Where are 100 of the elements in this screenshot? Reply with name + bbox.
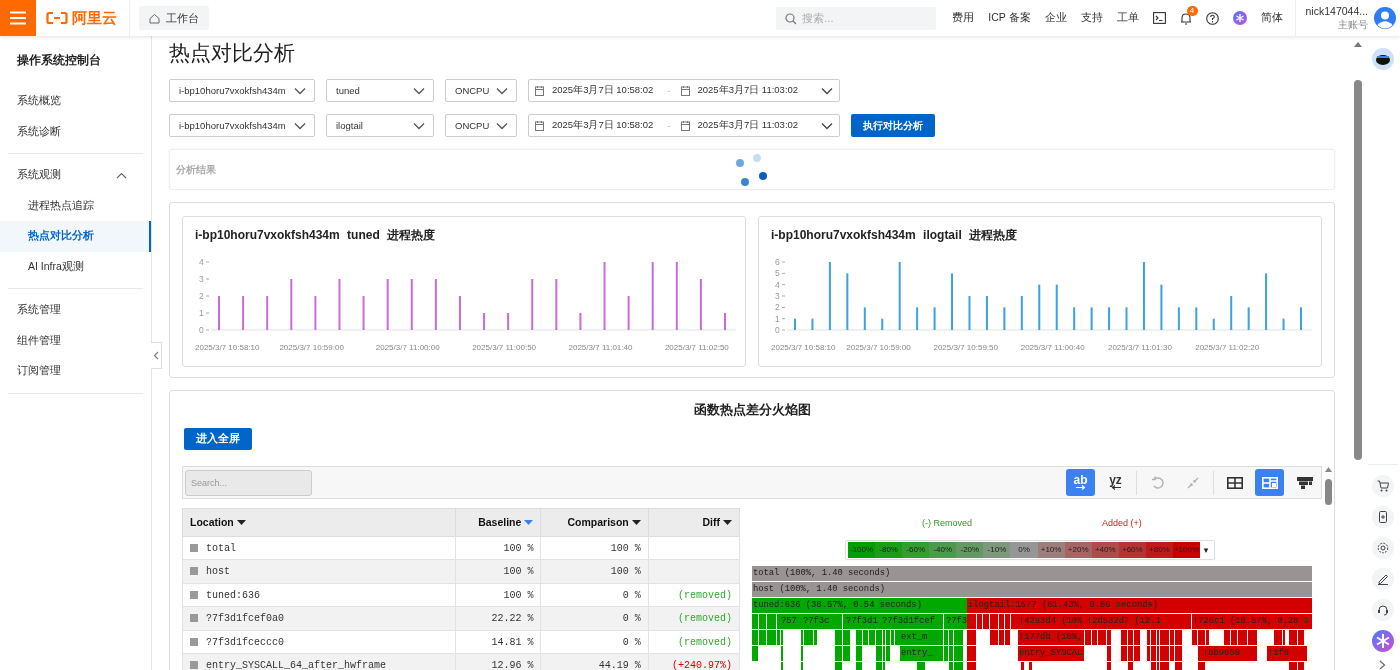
flame-frame[interactable]: ext_m [900, 630, 936, 645]
y-tick-mark [781, 261, 786, 263]
nav-link[interactable]: 费用 [952, 11, 975, 25]
collapse-icon [1186, 476, 1199, 489]
flame-frame[interactable]: ?57 [780, 614, 802, 629]
y-tick-label: 0 [775, 325, 780, 335]
fullscreen-button[interactable]: 进入全屏 [184, 428, 252, 450]
flame-frame[interactable]: ?7f3d1 [845, 614, 881, 629]
bar [555, 279, 558, 330]
range-separator: - [667, 120, 671, 131]
table-cell: 100 % [455, 536, 541, 560]
chevron-left-icon [153, 351, 159, 360]
support-button[interactable] [1371, 599, 1394, 621]
scale-step: +10% [1037, 542, 1065, 558]
search-field[interactable]: Search... [185, 469, 312, 496]
column-header[interactable]: Baseline [455, 508, 541, 537]
logo-icon [46, 11, 68, 25]
y-tick-label: 0 [199, 325, 204, 335]
scroll-up-icon[interactable] [1354, 42, 1362, 47]
edit-button[interactable] [1371, 568, 1394, 590]
bell-icon[interactable] [1179, 11, 1192, 25]
scroll-up-icon[interactable] [1325, 467, 1332, 472]
bar [675, 262, 678, 330]
sidebar-item[interactable]: 组件管理 [0, 325, 151, 356]
sidebar-subitem[interactable]: 热点对比分析 [0, 221, 151, 252]
account-name[interactable]: nick147044... [1305, 5, 1368, 18]
y-tick-mark [781, 318, 786, 320]
bar [1282, 318, 1285, 330]
column-header[interactable]: Location [182, 508, 456, 537]
settings-button[interactable] [1371, 537, 1394, 559]
flame-frame[interactable]: host (100%, 1.40 seconds) [752, 582, 1312, 597]
workbench-button[interactable]: 工作台 [139, 6, 209, 30]
ai-assistant-icon[interactable] [1371, 630, 1394, 652]
date-range-field[interactable]: 2025年3月7日 10:58:02 - 2025年3月7日 11:03:02 [528, 79, 840, 102]
x-tick-label: 2025/3/7 11:01:40 [568, 343, 633, 352]
bar [314, 296, 317, 330]
robot-assistant-icon[interactable] [1371, 48, 1394, 70]
bar [1230, 296, 1233, 330]
run-analysis-button[interactable]: 执行对比分析 [851, 114, 935, 137]
sidebar-item[interactable]: 订阅管理 [0, 356, 151, 387]
toolbar-button[interactable]: yz [1101, 469, 1130, 496]
instance-select[interactable]: i-bp10horu7vxokfsh434m [169, 114, 315, 137]
date-range-field[interactable]: 2025年3月7日 10:58:02 - 2025年3月7日 11:03:02 [528, 114, 840, 137]
terminal-icon[interactable] [1152, 12, 1166, 24]
calendar-icon [535, 120, 544, 131]
end-date: 2025年3月7日 11:03:02 [697, 84, 799, 97]
calendar-icon [680, 85, 690, 96]
location-text: host [206, 566, 230, 578]
language-link[interactable]: 简体 [1260, 11, 1283, 25]
chevron-right-icon[interactable] [1379, 660, 1386, 670]
column-header[interactable]: Comparison [540, 508, 649, 537]
bar [1142, 262, 1145, 330]
color-scale[interactable]: -100% -80% -60% -40% -20% -10% 0% +10% +20% +40% +60% +80% +100% ▾ [845, 540, 1215, 560]
chevron-down-icon [821, 86, 833, 95]
bar [458, 296, 461, 330]
legend-label: Added (+) [1102, 518, 1142, 528]
bar [828, 262, 831, 330]
x-tick-label: 2025/3/7 11:01:30 [1107, 343, 1172, 352]
y-tick-mark [205, 312, 210, 314]
calendar-icon [680, 120, 690, 131]
bar [1090, 307, 1093, 330]
flame-frame[interactable]: total (100%, 1.40 seconds) [752, 566, 1312, 581]
flame-frame[interactable]: ?7f3 [945, 614, 967, 629]
cart-button[interactable] [1371, 475, 1394, 497]
nav-link[interactable]: ICP 备案 [988, 11, 1031, 25]
flame-frame[interactable]: tuned:636 (38.57%, 0.54 seconds) [752, 598, 967, 613]
loading-spinner-icon [736, 152, 770, 188]
collapse-handle[interactable] [151, 342, 162, 369]
sidebar-item[interactable]: 系统诊断 [0, 116, 151, 147]
sidebar-subitem[interactable]: 进程热点追踪 [0, 190, 151, 221]
y-tick-label: 1 [775, 313, 780, 324]
chevron-down-icon [496, 86, 508, 95]
sort-caret-icon [723, 519, 732, 525]
menu-button[interactable] [0, 0, 36, 36]
column-header[interactable]: Diff [648, 508, 740, 537]
nav-link[interactable]: 支持 [1080, 11, 1103, 25]
help-icon[interactable] [1205, 11, 1219, 25]
scrollbar-thumb[interactable] [1354, 80, 1362, 460]
chevron-down-icon [821, 121, 833, 130]
toolbar-button[interactable]: ab [1066, 469, 1095, 496]
avatar-icon[interactable] [1374, 7, 1396, 29]
sidebar-item[interactable]: 系统概览 [0, 86, 151, 117]
bar [434, 279, 437, 330]
bar [266, 296, 269, 330]
instance-select[interactable]: i-bp10horu7vxokfsh434m [169, 79, 315, 102]
nav-link[interactable]: 企业 [1044, 11, 1067, 25]
scrollbar-thumb[interactable] [1325, 479, 1332, 505]
sidebar-item[interactable]: 系统观测 [0, 160, 151, 191]
event-select[interactable]: ONCPU [445, 79, 517, 102]
bar [1073, 307, 1076, 330]
sidebar-subitem[interactable]: AI Infra观测 [0, 251, 151, 282]
assistant-icon[interactable] [1232, 11, 1247, 25]
sidebar-item[interactable]: 系统管理 [0, 295, 151, 326]
process-select[interactable]: ilogtail [326, 114, 434, 137]
search-field[interactable]: 搜索... [776, 6, 937, 30]
location-text: ?7f3d1fcef0a0 [206, 613, 284, 625]
device-button[interactable] [1371, 506, 1394, 528]
process-select[interactable]: tuned [326, 79, 434, 102]
event-select[interactable]: ONCPU [445, 114, 517, 137]
nav-link[interactable]: 工单 [1116, 11, 1139, 25]
